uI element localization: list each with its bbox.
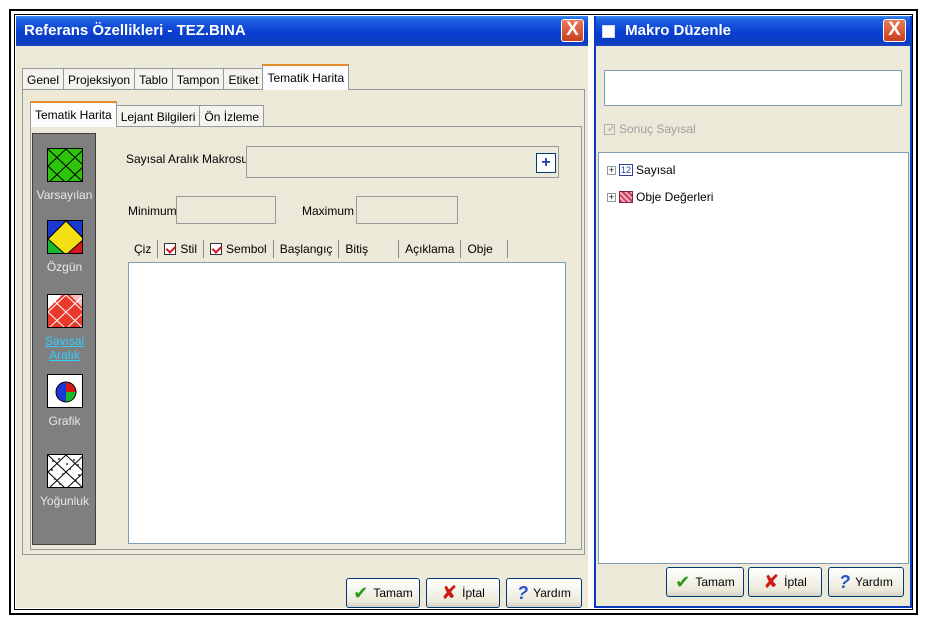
tab-tematik-harita[interactable]: Tematik Harita <box>262 64 350 90</box>
macro-label: Sayısal Aralık Makrosu <box>126 152 249 166</box>
sembol-checkbox[interactable] <box>210 243 223 255</box>
side-item-ozgun[interactable]: Özgün <box>33 220 96 274</box>
side-item-varsayilan[interactable]: Varsayılan <box>33 148 96 202</box>
thematic-type-sidebar: Varsayılan Özgün Sayısal Aralık Grafik Y… <box>32 133 96 545</box>
ref-help-button[interactable]: ? Yardım <box>506 578 582 608</box>
ref-sub-tabs: Tematik Harita Lejant Bilgileri Ön İzlem… <box>30 99 265 127</box>
macro-field[interactable] <box>246 146 559 178</box>
ref-ok-label: Tamam <box>373 586 413 600</box>
sonuc-sayisal-checkmark: ✓ <box>607 123 616 135</box>
cancel-x-icon: ✘ <box>441 582 458 604</box>
col-bitis[interactable]: Bitiş <box>339 240 400 258</box>
ref-title-bar[interactable]: Referans Özellikleri - TEZ.BINA X <box>16 16 588 46</box>
checkmark-icon: ✔ <box>353 582 369 603</box>
side-label-sayisal-aralik: Sayısal Aralık <box>44 334 85 362</box>
tree-item-obje-degerleri[interactable]: + Obje Değerleri <box>607 190 713 204</box>
side-item-grafik[interactable]: Grafik <box>33 374 96 428</box>
macro-help-button[interactable]: ? Yardım <box>828 567 904 597</box>
help-question-icon: ? <box>517 582 529 603</box>
col-sembol[interactable]: Sembol <box>204 240 274 258</box>
macro-tree-panel[interactable]: + 12 Sayısal + Obje Değerleri <box>598 152 909 564</box>
col-baslangic[interactable]: Başlangıç <box>274 240 340 258</box>
stil-checkbox[interactable] <box>164 243 177 255</box>
col-ciz-label: Çiz <box>134 242 152 256</box>
col-ciz[interactable]: Çiz <box>128 240 159 258</box>
tab-tampon[interactable]: Tampon <box>171 68 225 90</box>
ref-help-label: Yardım <box>533 586 571 600</box>
tree-label-sayisal: Sayısal <box>636 163 676 177</box>
range-table-body[interactable] <box>128 262 566 544</box>
object-values-icon <box>619 191 633 203</box>
minimum-label: Minimum <box>128 204 177 218</box>
col-stil[interactable]: Stil <box>158 240 205 258</box>
macro-ok-button[interactable]: ✔ Tamam <box>666 567 744 597</box>
maximum-label: Maximum <box>302 204 355 218</box>
varsayilan-icon <box>46 148 83 182</box>
side-label-yogunluk: Yoğunluk <box>40 494 89 508</box>
minimum-field[interactable] <box>176 196 276 224</box>
col-aciklama-label: Açıklama <box>405 242 455 256</box>
ref-ok-button[interactable]: ✔ Tamam <box>346 578 420 608</box>
col-baslangic-label: Başlangıç <box>279 242 333 256</box>
sayisal-aralik-icon <box>46 294 83 328</box>
side-label-ozgun: Özgün <box>46 260 83 274</box>
macro-ok-label: Tamam <box>695 575 735 589</box>
side-label-grafik: Grafik <box>48 414 81 428</box>
pie-chart-icon <box>46 374 83 408</box>
tab-genel[interactable]: Genel <box>22 68 65 90</box>
tab-tablo[interactable]: Tablo <box>134 68 173 90</box>
expand-sayisal-toggle[interactable]: + <box>607 165 616 175</box>
range-table-header: Çiz Stil Sembol Başlangıç Bitiş Açıklama… <box>128 237 566 261</box>
side-label-varsayilan: Varsayılan <box>36 188 93 202</box>
maximum-field[interactable] <box>356 196 458 224</box>
sonuc-sayisal-checkbox[interactable]: ✓ <box>604 123 616 135</box>
help-question-icon: ? <box>839 571 851 592</box>
macro-help-label: Yardım <box>855 575 893 589</box>
macro-cancel-button[interactable]: ✘ İptal <box>748 567 822 597</box>
macro-cancel-label: İptal <box>784 575 807 589</box>
tree-label-obje-degerleri: Obje Değerleri <box>636 190 714 204</box>
macro-title-bar[interactable]: Makro Düzenle X <box>596 16 910 46</box>
macro-expression-input[interactable] <box>604 70 902 106</box>
ref-window-title: Referans Özellikleri - TEZ.BINA <box>24 22 246 39</box>
col-stil-label: Stil <box>180 242 198 256</box>
side-item-sayisal-aralik[interactable]: Sayısal Aralık <box>33 294 96 362</box>
window-menu-icon[interactable] <box>602 24 615 38</box>
checkmark-icon: ✔ <box>675 571 691 592</box>
sonuc-sayisal-label: Sonuç Sayısal <box>619 122 696 136</box>
side-item-yogunluk[interactable]: Yoğunluk <box>33 454 96 508</box>
macro-window-title: Makro Düzenle <box>625 22 732 39</box>
col-obje[interactable]: Obje <box>461 240 508 258</box>
col-aciklama[interactable]: Açıklama <box>399 240 462 258</box>
yogunluk-icon <box>46 454 83 488</box>
subtab-on-izleme[interactable]: Ön İzleme <box>199 105 265 127</box>
cancel-x-icon: ✘ <box>763 571 780 593</box>
ref-cancel-label: İptal <box>462 586 485 600</box>
ref-close-button[interactable]: X <box>561 19 584 42</box>
tab-projeksiyon[interactable]: Projeksiyon <box>63 68 136 90</box>
subtab-tematik-harita[interactable]: Tematik Harita <box>30 101 117 127</box>
macro-close-button[interactable]: X <box>883 19 906 42</box>
numeric-12-icon: 12 <box>619 164 634 176</box>
col-bitis-label: Bitiş <box>345 242 369 256</box>
ref-main-tabs: Genel Projeksiyon Tablo Tampon Etiket Te… <box>22 62 350 90</box>
ozgun-icon <box>46 220 83 254</box>
add-macro-button[interactable]: + <box>536 153 556 173</box>
ref-cancel-button[interactable]: ✘ İptal <box>426 578 500 608</box>
tree-item-sayisal[interactable]: + 12 Sayısal <box>607 163 675 177</box>
expand-obje-degerleri-toggle[interactable]: + <box>607 192 616 202</box>
col-obje-label: Obje <box>467 242 493 256</box>
tab-etiket[interactable]: Etiket <box>223 68 264 90</box>
subtab-lejant-bilgileri[interactable]: Lejant Bilgileri <box>115 105 201 127</box>
sonuc-sayisal-checkbox-row[interactable]: ✓ Sonuç Sayısal <box>604 122 696 136</box>
col-sembol-label: Sembol <box>226 242 267 256</box>
